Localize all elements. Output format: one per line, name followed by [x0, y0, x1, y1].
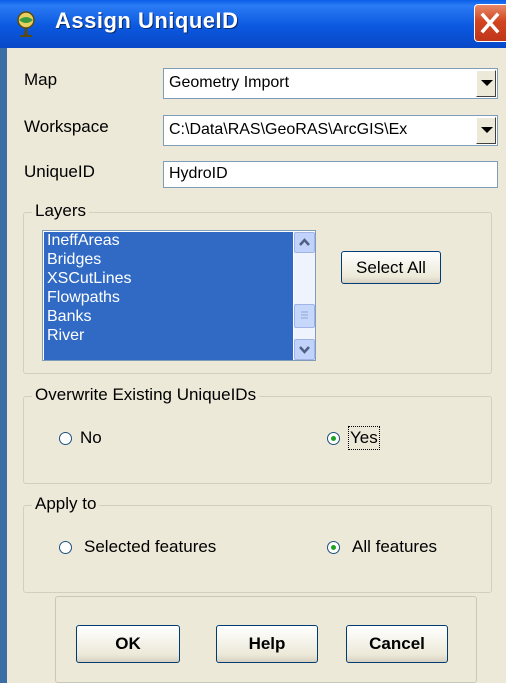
map-dropdown[interactable]: Geometry Import	[163, 68, 498, 99]
overwrite-no-radio[interactable]	[59, 432, 72, 445]
dialog-body: Map Geometry Import Workspace C:\Data\RA…	[7, 48, 506, 683]
workspace-value: C:\Data\RAS\GeoRAS\ArcGIS\Ex	[169, 121, 408, 138]
list-item[interactable]: Bridges	[47, 251, 101, 270]
list-item[interactable]: Banks	[47, 308, 91, 327]
chevron-up-icon	[299, 238, 310, 246]
apply-selected-features-label: Selected features	[84, 537, 217, 556]
uniqueid-label: UniqueID	[24, 162, 95, 181]
layers-group: Layers IneffAreas Bridges XSCutLines Flo…	[23, 201, 492, 374]
list-item[interactable]: Flowpaths	[47, 289, 120, 308]
apply-all-features-label: All features	[352, 537, 438, 556]
map-value: Geometry Import	[169, 74, 290, 91]
uniqueid-value: HydroID	[169, 165, 228, 182]
scroll-up-button[interactable]	[294, 232, 315, 253]
select-all-button[interactable]: Select All	[341, 251, 441, 284]
apply-to-group-title: Apply to	[32, 494, 100, 514]
window-title: Assign UniqueID	[55, 8, 239, 33]
map-label: Map	[24, 70, 58, 89]
layers-scrollbar[interactable]	[294, 232, 315, 360]
workspace-dropdown[interactable]: C:\Data\RAS\GeoRAS\ArcGIS\Ex	[163, 115, 498, 146]
ok-button[interactable]: OK	[76, 625, 180, 663]
close-icon	[480, 12, 500, 34]
chevron-down-icon	[299, 346, 310, 354]
assign-uniqueid-window: Assign UniqueID Map Geometry Import Work…	[0, 0, 506, 683]
apply-all-features-radio[interactable]	[327, 541, 340, 554]
scroll-down-button[interactable]	[294, 339, 315, 360]
apply-to-group: Apply to Selected features All features	[23, 494, 492, 593]
close-button[interactable]	[474, 4, 506, 42]
workspace-label: Workspace	[24, 117, 109, 136]
apply-selected-features-radio[interactable]	[59, 541, 72, 554]
overwrite-yes-radio[interactable]	[327, 432, 340, 445]
map-chevron-down-icon[interactable]	[476, 70, 496, 97]
cancel-button[interactable]: Cancel	[346, 625, 448, 663]
list-item[interactable]: IneffAreas	[47, 232, 120, 251]
list-item[interactable]: River	[47, 327, 84, 346]
button-panel: OK Help Cancel	[55, 596, 477, 683]
help-button[interactable]: Help	[216, 625, 318, 663]
scroll-thumb[interactable]	[294, 304, 315, 328]
workspace-chevron-down-icon[interactable]	[476, 117, 496, 144]
layers-group-title: Layers	[32, 201, 90, 221]
uniqueid-field[interactable]: HydroID	[163, 161, 498, 188]
layers-listbox[interactable]: IneffAreas Bridges XSCutLines Flowpaths …	[42, 230, 316, 361]
globe-icon	[17, 11, 35, 37]
overwrite-group-title: Overwrite Existing UniqueIDs	[32, 385, 260, 405]
overwrite-no-label: No	[80, 428, 102, 447]
grip-icon	[301, 311, 308, 319]
overwrite-yes-label: Yes	[348, 426, 380, 450]
list-item[interactable]: XSCutLines	[47, 270, 132, 289]
title-bar[interactable]: Assign UniqueID	[0, 0, 506, 48]
overwrite-group: Overwrite Existing UniqueIDs No Yes	[23, 385, 492, 484]
